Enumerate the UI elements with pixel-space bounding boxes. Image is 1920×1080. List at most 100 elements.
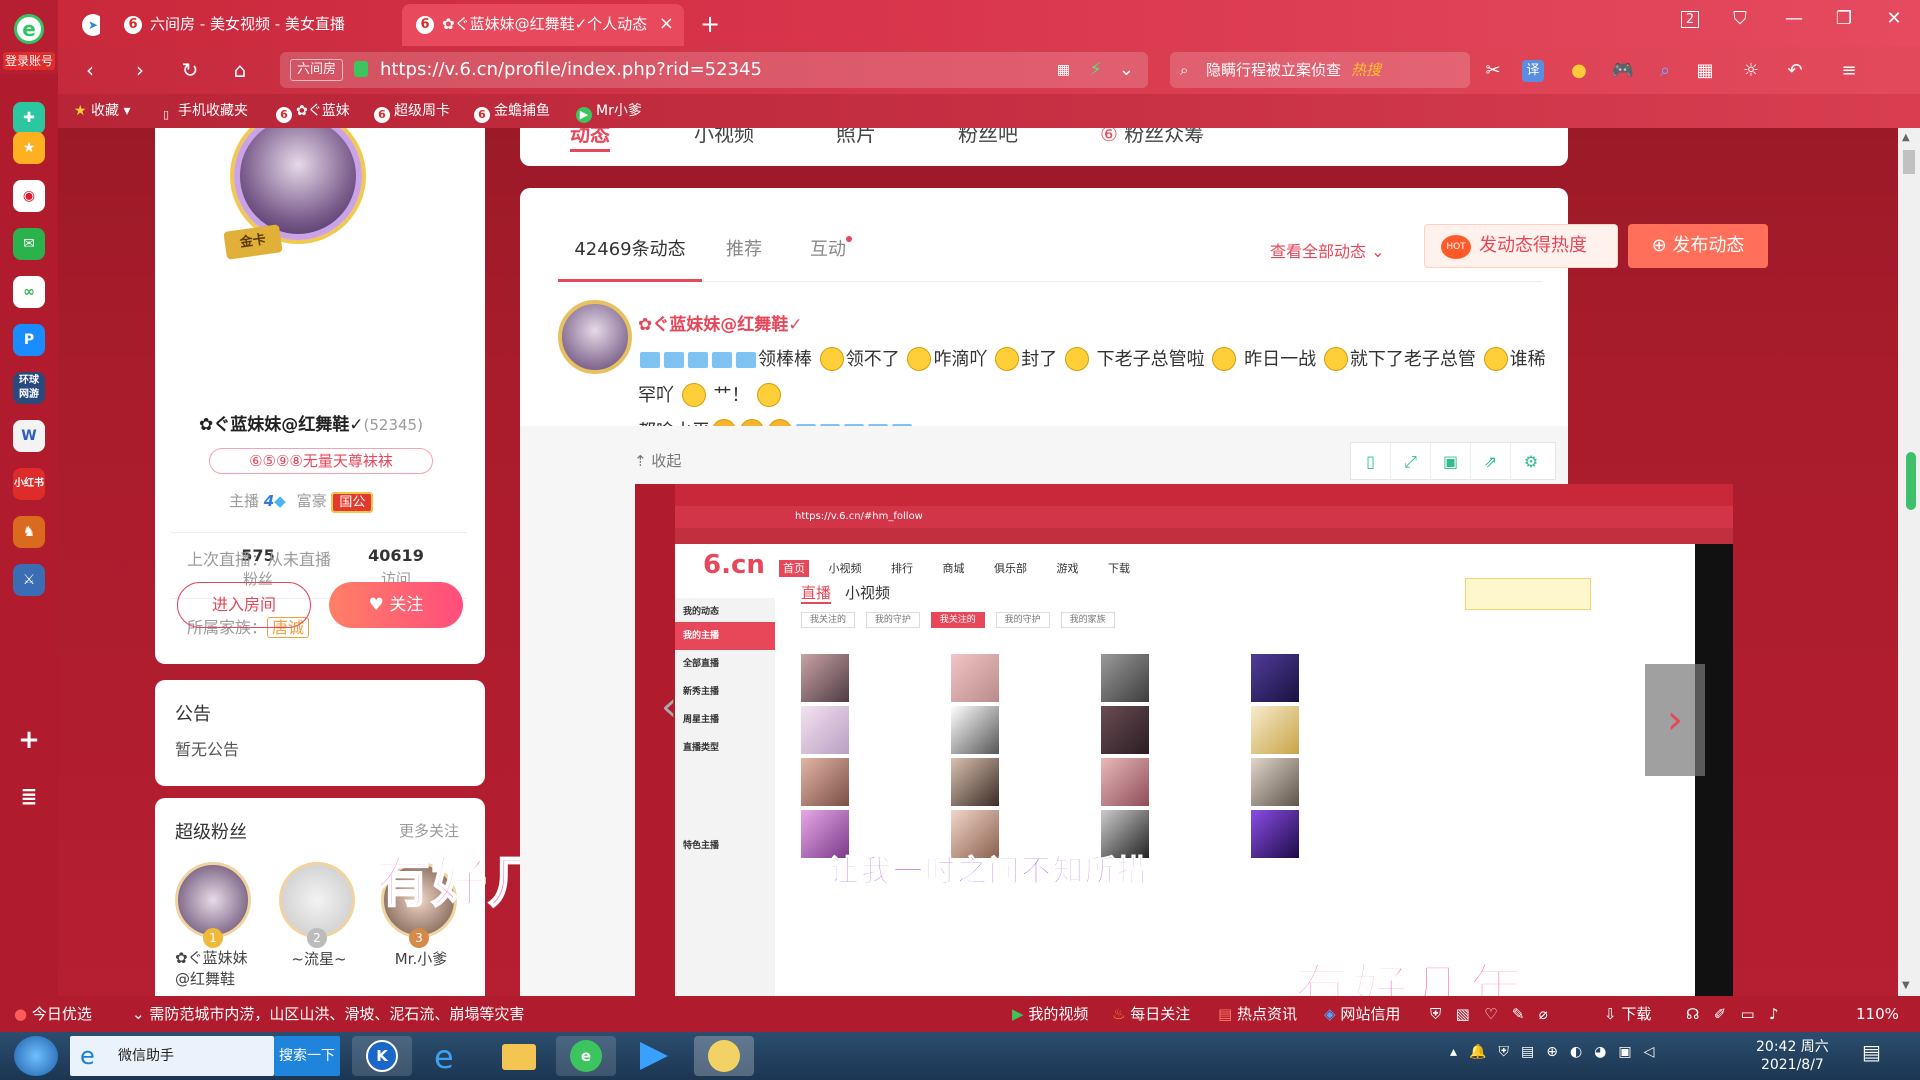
p-app-icon[interactable]: P [13,324,45,356]
scissors-icon[interactable]: ✂ [1480,58,1506,84]
back-icon[interactable]: ‹ [76,58,104,84]
forward-icon[interactable]: › [126,58,154,84]
my-video[interactable]: ▶ 我的视频 [1012,996,1088,1032]
follow-button[interactable]: ♥ 关注 [329,582,463,628]
start-button[interactable] [14,1036,58,1076]
page-icon[interactable]: ▯ [1351,443,1391,481]
plus-icon[interactable]: + [13,724,45,756]
bookmark-profile[interactable]: 6 ✿ぐ蓝妹 [276,94,350,128]
folder-icon[interactable] [488,1036,548,1076]
shield-outline-icon[interactable]: ⛨ [1430,1005,1441,1023]
tab-short-video[interactable]: 小视频 [694,128,754,147]
bookmark-weekly[interactable]: 6 超级周卡 [374,94,450,128]
close-icon[interactable]: × [659,4,674,44]
share-icon[interactable]: ⇗ [1471,443,1511,481]
bookmark-mr[interactable]: ▶ Mr小爹 [576,94,642,128]
search-button[interactable]: 搜索一下 [274,1036,340,1076]
browser-logo[interactable]: e 登录账号 [0,0,58,74]
browser-app-icon[interactable]: e [556,1036,616,1076]
search-field[interactable]: ⌕ 隐瞒行程被立案侦查 热搜 [1170,52,1470,88]
tray-doc-icon[interactable]: ▤ [1521,1044,1546,1060]
fan-avatar-1[interactable] [175,862,251,938]
mail-icon[interactable]: ✉ [13,228,45,260]
scroll-up-icon[interactable]: ▲ [1902,132,1910,143]
scroll-down-icon[interactable]: ▼ [1902,980,1910,991]
edit-icon[interactable]: ✐ [1714,1005,1727,1023]
next-arrow-icon[interactable]: › [1645,664,1705,776]
tray-plus-icon[interactable]: ⊕ [1546,1044,1570,1060]
apps-icon[interactable]: ▦ [1692,58,1718,84]
star-app-icon[interactable]: ★ [13,132,45,164]
tab-profile[interactable]: 6 ✿ぐ蓝妹妹@红舞鞋✓个人动态 × [402,4,684,46]
daily-follow[interactable]: ♨ 每日关注 [1112,996,1190,1032]
app-k-icon[interactable]: K [352,1036,412,1076]
tab-crowdfunding[interactable]: ⑥ 粉丝众筹 [1100,128,1204,147]
view-all-link[interactable]: 查看全部动态 ⌄ [1270,238,1385,262]
telegram-icon[interactable]: ➤ [82,4,100,46]
menu-icon[interactable]: ≡ [1836,58,1862,84]
bookmark-favorites[interactable]: ★ 收藏 ▾ [74,94,131,128]
broom-icon[interactable]: ⌀ [1539,1005,1548,1023]
speaker-icon[interactable]: ♪ [1769,1005,1779,1023]
brightness-icon[interactable]: ☼ [1738,58,1764,84]
heat-button[interactable]: HOT 发动态得热度 [1424,224,1618,268]
xiaohongshu-icon[interactable]: 小红书 [13,468,45,500]
notification-icon[interactable]: ▤ [1862,1040,1881,1064]
feed-tab-interact[interactable]: 互动 [786,218,870,282]
tab-photos[interactable]: 照片 [836,128,876,147]
tray-up-icon[interactable]: ▴ [1450,1044,1469,1060]
clock[interactable]: 20:42 周六 2021/8/7 [1756,1038,1829,1074]
side-slider[interactable] [1906,452,1916,510]
fan-avatar-2[interactable] [279,862,355,938]
site-credit[interactable]: ◈ 网站信用 [1324,996,1400,1032]
coin-icon[interactable]: ● [1566,58,1592,84]
bookmark-mobile[interactable]: ▯ 手机收藏夹 [158,94,248,128]
login-label[interactable]: 登录账号 [3,52,55,70]
tab-dynamic[interactable]: 动态 [570,128,610,152]
tray-qq-icon[interactable]: ◕ [1594,1044,1618,1060]
news-ticker[interactable]: ⌄ 需防范城市内涝，山区山洪、滑坡、泥石流、崩塌等灾害 [132,996,524,1032]
ie-app-icon[interactable]: e [420,1036,480,1076]
avatar[interactable] [234,128,362,240]
player-icon[interactable] [624,1036,684,1076]
hot-news[interactable]: ▤ 热点资讯 [1218,996,1297,1032]
translate-icon[interactable]: 译 [1522,60,1544,82]
doc-icon[interactable]: W [13,420,45,452]
window-count-icon[interactable]: 2 [1672,11,1708,28]
settings-icon[interactable]: ⚙ [1511,443,1551,481]
feed-tab-all[interactable]: 42469条动态 [558,218,702,282]
close-window-icon[interactable]: ✕ [1876,8,1912,29]
prev-arrow-icon[interactable]: ‹ [661,684,677,730]
tray-volume-icon[interactable]: ◁ [1644,1044,1667,1060]
post-author[interactable]: ✿ぐ蓝妹妹@红舞鞋✓ [638,310,803,335]
tray-bell-icon[interactable]: 🔔 [1469,1044,1498,1060]
post-image[interactable]: https://v.6.cn/#hm_follow 6.cn 首页 小视频 排行… [635,484,1733,996]
enter-room-button[interactable]: 进入房间 [177,582,311,628]
collapse-link[interactable]: ⇡ 收起 [634,450,681,471]
feed-tab-recommend[interactable]: 推荐 [702,218,786,282]
game2-icon[interactable]: ⚔ [13,564,45,596]
fan-name-3[interactable]: Mr.小爹 [381,948,461,969]
tab-home[interactable]: 6 六间房 - 美女视频 - 美女直播 [110,4,400,46]
tray-net-icon[interactable]: ▣ [1618,1044,1643,1060]
refresh-icon[interactable]: ↻ [176,58,204,84]
new-tab-button[interactable]: + [692,4,732,46]
minimize-icon[interactable]: — [1776,8,1812,29]
games-app-icon[interactable]: 环球 网游 [13,372,45,404]
save-icon[interactable]: ▣ [1431,443,1471,481]
weibo-icon[interactable]: ◉ [13,180,45,212]
post-avatar[interactable] [558,300,632,374]
fan-name-2[interactable]: ~流星~ [279,948,359,969]
today-pick[interactable]: ● 今日优选 [14,996,92,1032]
list-icon[interactable]: ≣ [13,780,45,812]
undo-icon[interactable]: ↶ [1782,58,1808,84]
wechat-helper[interactable]: e 微信助手 [70,1036,274,1076]
publish-button[interactable]: ⊕ 发布动态 [1628,224,1768,268]
fan-name-1[interactable]: ✿ぐ蓝妹妹@红舞鞋 [175,948,255,990]
tray-ball-icon[interactable]: ◐ [1570,1044,1594,1060]
restore-icon[interactable]: ❐ [1826,8,1862,29]
bolt-icon[interactable]: ⚡ [1089,52,1102,88]
home-icon[interactable]: ⌂ [226,58,254,84]
qr-icon[interactable]: ▦ [1057,52,1070,88]
cloud-icon[interactable]: ∞ [13,276,45,308]
